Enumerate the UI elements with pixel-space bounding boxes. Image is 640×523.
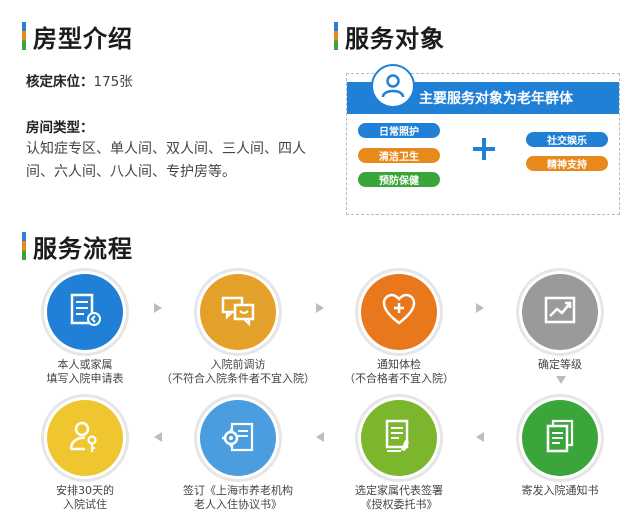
process-step-4: 确定等级 (475, 268, 640, 372)
service-heading: 服务对象 (334, 20, 445, 53)
step-circle (516, 394, 604, 482)
room-heading: 房型介绍 (22, 20, 133, 53)
room-types-text: 认知症专区、单人间、双人间、三人间、四人间、六人间、八人间、专护房等。 (26, 141, 306, 180)
step-label: 通知体检 （不合格者不宜入院） (344, 358, 454, 385)
pill-prevention: 预防保健 (358, 172, 440, 187)
step-label: 选定家属代表签署 《授权委托书》 (355, 484, 443, 511)
room-types-label-row: 房间类型： (26, 116, 94, 136)
step-circle (355, 394, 443, 482)
heading-accent-bar (334, 22, 338, 50)
step-label: 本人或家属 填写入院申请表 (46, 358, 124, 385)
process-step-8: 安排30天的 入院试住 (0, 394, 170, 512)
pill-daily-care: 日常照护 (358, 123, 440, 138)
step-label: 签订《上海市养老机构 老人入住协议书》 (183, 484, 293, 511)
plus-icon (473, 138, 495, 160)
beds-label: 核定床位： (26, 74, 94, 90)
pill-social: 社交娱乐 (526, 132, 608, 147)
step-label: 寄发入院通知书 (521, 484, 599, 497)
heading-accent-bar (22, 22, 26, 50)
beds-value: 175张 (93, 74, 133, 90)
person-icon (371, 64, 415, 108)
room-title: 房型介绍 (33, 24, 133, 53)
process-heading: 服务流程 (22, 230, 133, 263)
step-circle (194, 268, 282, 356)
step-circle (194, 394, 282, 482)
step-label: 确定等级 (538, 358, 582, 371)
process-title: 服务流程 (33, 234, 133, 263)
pill-cleaning: 清洁卫生 (358, 148, 440, 163)
service-title: 服务对象 (345, 24, 445, 53)
step-circle (41, 394, 129, 482)
flow-arrow-down (556, 376, 566, 384)
step-circle (355, 268, 443, 356)
pill-mental: 精神支持 (526, 156, 608, 171)
step-label: 入院前调访 （不符合入院条件者不宜入院） (161, 358, 315, 385)
heading-accent-bar (22, 232, 26, 260)
service-banner-text: 主要服务对象为老年群体 (419, 91, 573, 107)
beds-info: 核定床位：175张 (26, 70, 133, 90)
step-circle (41, 268, 129, 356)
room-types-label: 房间类型： (26, 120, 94, 136)
process-step-1: 本人或家属 填写入院申请表 (0, 268, 170, 386)
process-step-2: 入院前调访 （不符合入院条件者不宜入院） (153, 268, 323, 386)
process-step-7: 签订《上海市养老机构 老人入住协议书》 (153, 394, 323, 512)
process-step-5: 寄发入院通知书 (475, 394, 640, 498)
process-step-6: 选定家属代表签署 《授权委托书》 (314, 394, 484, 512)
process-step-3: 通知体检 （不合格者不宜入院） (314, 268, 484, 386)
step-label: 安排30天的 入院试住 (56, 484, 114, 511)
step-circle (516, 268, 604, 356)
